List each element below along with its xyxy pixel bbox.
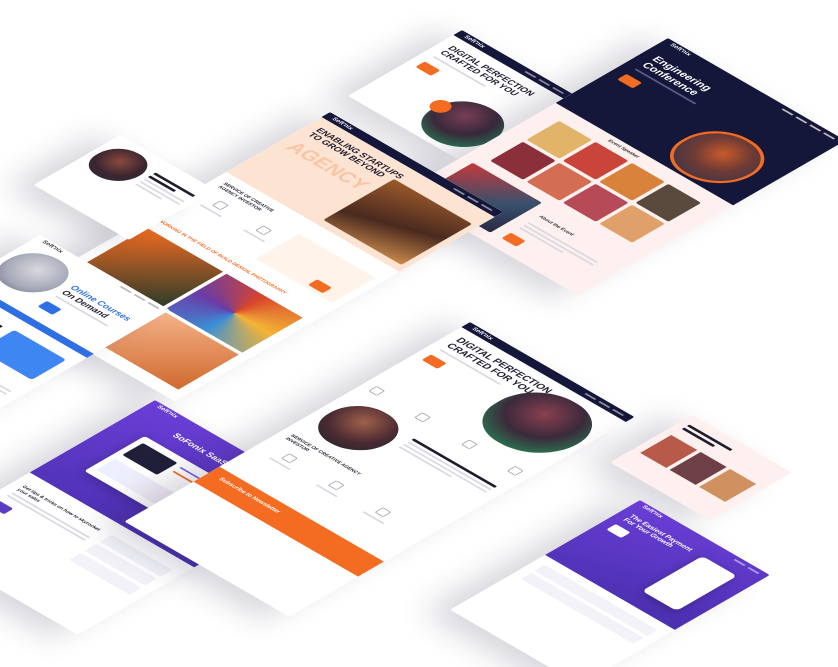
service-icon — [211, 200, 229, 211]
newsletter-banner: Subscribe to Newsletter — [193, 466, 384, 577]
client-logo — [368, 385, 386, 396]
service-icon — [254, 225, 273, 236]
saas-cta-button[interactable] — [0, 500, 14, 515]
payments-card: Soft'nix The Easiest Payment For Your Gr… — [449, 500, 770, 667]
cta-button[interactable] — [415, 61, 441, 77]
client-logo — [460, 439, 478, 450]
digital-cta-button[interactable] — [421, 354, 448, 370]
service-icons — [190, 193, 285, 248]
team-photos — [640, 434, 757, 502]
mockup-stage: Soft'nix DIGITAL PERFECTION CRAFTED FOR … — [0, 0, 838, 667]
register-button[interactable] — [617, 73, 643, 89]
courses-cta-button[interactable] — [37, 300, 63, 316]
about-button[interactable] — [501, 232, 526, 247]
payments-cta-button[interactable] — [606, 523, 631, 539]
client-logo — [506, 465, 524, 476]
newsletter-heading: Subscribe to Newsletter — [216, 477, 282, 515]
headline-line-2: CRAFTED FOR YOU — [437, 49, 521, 98]
client-logo — [414, 412, 432, 423]
